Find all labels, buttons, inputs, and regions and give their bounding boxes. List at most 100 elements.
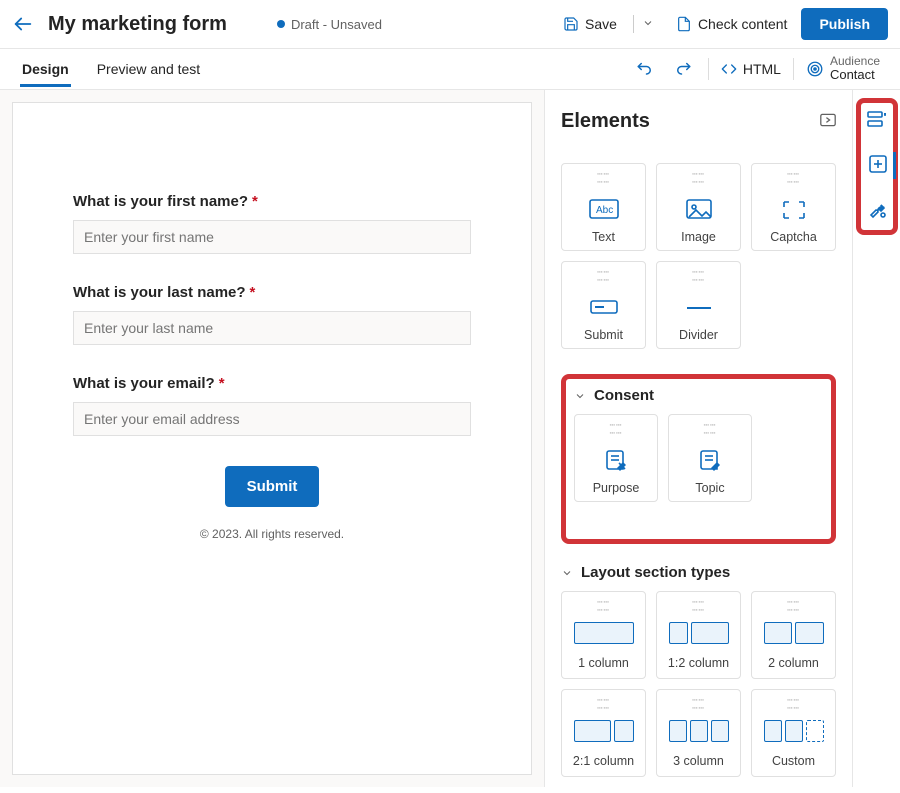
layout-section-header[interactable]: Layout section types — [561, 564, 836, 581]
publish-button[interactable]: Publish — [801, 8, 888, 40]
page-title: My marketing form — [48, 13, 227, 36]
publish-label: Publish — [819, 16, 870, 32]
redo-icon — [674, 59, 692, 77]
rail-elements-button[interactable] — [866, 152, 896, 179]
separator — [633, 15, 634, 33]
tile-label: Submit — [584, 328, 623, 342]
grip-icon: ┅┅┅┅ — [597, 598, 610, 614]
element-tile-captcha[interactable]: ┅┅┅┅ Captcha — [751, 163, 836, 251]
submit-icon — [590, 290, 618, 326]
tile-label: 1:2 column — [668, 656, 729, 670]
redo-button[interactable] — [670, 55, 696, 84]
layout-tile-1-2col[interactable]: ┅┅┅┅ 1:2 column — [656, 591, 741, 679]
rail-fields-button[interactable] — [865, 109, 889, 134]
required-star-icon: * — [250, 284, 256, 301]
layout-tile-2col[interactable]: ┅┅┅┅ 2 column — [751, 591, 836, 679]
save-icon — [563, 16, 579, 32]
workspace: What is your first name?* What is your l… — [0, 90, 900, 787]
code-icon — [721, 61, 737, 77]
grip-icon: ┅┅┅┅ — [692, 268, 705, 284]
tile-label: Text — [592, 230, 615, 244]
tile-label: 2 column — [768, 656, 819, 670]
tile-label: Topic — [695, 481, 724, 495]
rail-settings-button[interactable] — [865, 197, 889, 224]
add-element-icon — [868, 154, 888, 174]
email-input[interactable] — [73, 402, 471, 436]
target-icon — [806, 60, 824, 78]
form-field[interactable]: What is your first name?* — [73, 193, 471, 254]
check-content-label: Check content — [698, 16, 788, 32]
consent-grid: ┅┅┅┅ Purpose ┅┅┅┅ Topic — [574, 414, 823, 502]
collapse-panel-button[interactable] — [820, 113, 836, 130]
image-icon — [686, 192, 712, 228]
required-star-icon: * — [219, 375, 225, 392]
tile-label: 2:1 column — [573, 754, 634, 768]
element-tile-text[interactable]: ┅┅┅┅ Abc Text — [561, 163, 646, 251]
chevron-down-icon — [642, 17, 654, 29]
form-canvas[interactable]: What is your first name?* What is your l… — [12, 102, 532, 775]
element-tile-topic[interactable]: ┅┅┅┅ Topic — [668, 414, 752, 502]
separator — [793, 58, 794, 80]
purpose-icon — [603, 443, 629, 479]
panel-title: Elements — [561, 110, 650, 133]
element-tile-divider[interactable]: ┅┅┅┅ Divider — [656, 261, 741, 349]
tile-label: Image — [681, 230, 716, 244]
undo-button[interactable] — [632, 55, 658, 84]
grip-icon: ┅┅┅┅ — [787, 598, 800, 614]
layout-tile-2-1col[interactable]: ┅┅┅┅ 2:1 column — [561, 689, 646, 777]
captcha-icon — [781, 192, 807, 228]
consent-title: Consent — [594, 387, 654, 404]
chevron-down-icon — [574, 390, 586, 402]
grip-icon: ┅┅┅┅ — [692, 598, 705, 614]
tile-label: Custom — [772, 754, 815, 768]
text-icon: Abc — [589, 192, 619, 228]
form-field[interactable]: What is your last name?* — [73, 284, 471, 345]
side-rail — [852, 90, 900, 787]
check-content-icon — [676, 16, 692, 32]
save-dropdown-button[interactable] — [642, 16, 654, 32]
status-text: Draft - Unsaved — [291, 17, 382, 32]
basic-elements-grid: ┅┅┅┅ Abc Text ┅┅┅┅ Image ┅┅┅┅ Captcha — [561, 163, 836, 349]
grip-icon: ┅┅┅┅ — [692, 696, 705, 712]
layout-grid: ┅┅┅┅ 1 column ┅┅┅┅ 1:2 column ┅┅┅┅ 2 col… — [561, 591, 836, 777]
elements-panel: Elements ┅┅┅┅ Abc Text ┅┅┅┅ Image — [544, 90, 852, 787]
form-fields-icon — [867, 111, 887, 129]
collapse-icon — [820, 113, 836, 127]
first-name-input[interactable] — [73, 220, 471, 254]
layout-tile-custom[interactable]: ┅┅┅┅ Custom — [751, 689, 836, 777]
element-tile-purpose[interactable]: ┅┅┅┅ Purpose — [574, 414, 658, 502]
save-button[interactable]: Save — [555, 12, 625, 36]
consent-section-header[interactable]: Consent — [574, 387, 823, 404]
grip-icon: ┅┅┅┅ — [787, 170, 800, 186]
field-label: What is your last name?* — [73, 284, 471, 301]
grip-icon: ┅┅┅┅ — [704, 421, 717, 437]
audience-value: Contact — [830, 68, 880, 82]
last-name-input[interactable] — [73, 311, 471, 345]
grip-icon: ┅┅┅┅ — [610, 421, 623, 437]
tile-label: Purpose — [593, 481, 640, 495]
save-label: Save — [585, 16, 617, 32]
html-toggle-button[interactable]: HTML — [721, 61, 781, 77]
tile-label: Captcha — [770, 230, 817, 244]
copyright-text: © 2023. All rights reserved. — [73, 527, 471, 541]
tile-label: 1 column — [578, 656, 629, 670]
layout-tile-3col[interactable]: ┅┅┅┅ 3 column — [656, 689, 741, 777]
element-tile-submit[interactable]: ┅┅┅┅ Submit — [561, 261, 646, 349]
form-submit-button[interactable]: Submit — [225, 466, 320, 507]
layout-tile-1col[interactable]: ┅┅┅┅ 1 column — [561, 591, 646, 679]
grip-icon: ┅┅┅┅ — [692, 170, 705, 186]
rail-highlight — [856, 98, 898, 235]
svg-text:Abc: Abc — [596, 205, 613, 216]
tab-design[interactable]: Design — [20, 51, 71, 87]
grip-icon: ┅┅┅┅ — [597, 268, 610, 284]
back-icon[interactable] — [12, 13, 34, 35]
header: My marketing form Draft - Unsaved Save C… — [0, 0, 900, 48]
grip-icon: ┅┅┅┅ — [597, 170, 610, 186]
element-tile-image[interactable]: ┅┅┅┅ Image — [656, 163, 741, 251]
form-field[interactable]: What is your email?* — [73, 375, 471, 436]
status-group: Draft - Unsaved — [277, 17, 545, 32]
check-content-button[interactable]: Check content — [668, 12, 796, 36]
subnav-right: HTML Audience Contact — [632, 55, 880, 84]
audience-selector[interactable]: Audience Contact — [806, 55, 880, 82]
tab-preview[interactable]: Preview and test — [95, 51, 203, 87]
